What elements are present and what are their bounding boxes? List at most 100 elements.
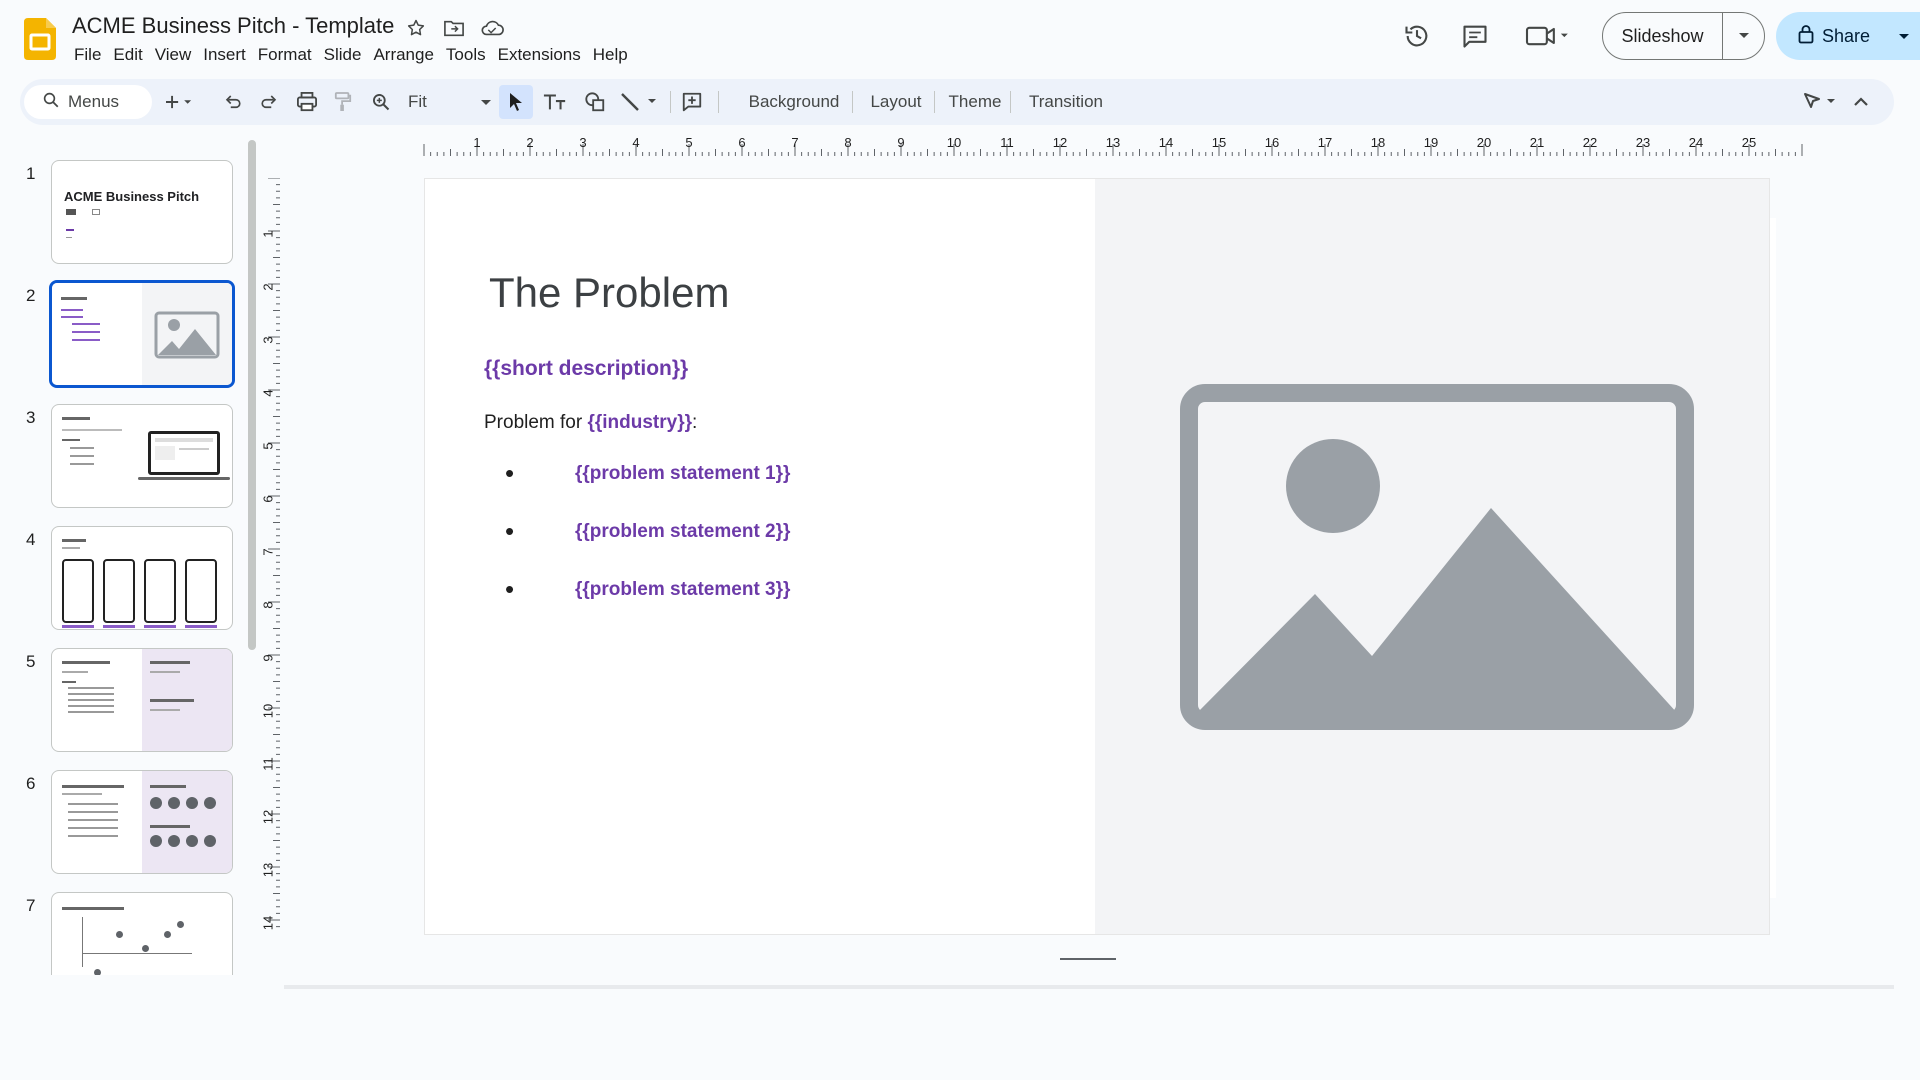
list-item[interactable]: • {{problem statement 2}} <box>505 516 790 546</box>
image-placeholder-icon[interactable] <box>1180 384 1694 730</box>
ruler-label-h: 17 <box>1318 135 1332 150</box>
bullet-dot: • <box>505 458 515 488</box>
ruler-label-h: 3 <box>579 135 586 150</box>
ruler-label-v: 6 <box>260 495 275 502</box>
ruler-label-h: 6 <box>738 135 745 150</box>
ruler-label-h: 25 <box>1742 135 1756 150</box>
ruler-label-v: 14 <box>260 916 275 930</box>
slide-thumbnail[interactable] <box>51 526 233 630</box>
editing-mode-icon[interactable] <box>1796 79 1844 125</box>
slide-thumbnail[interactable] <box>51 648 233 752</box>
slides-logo-icon[interactable] <box>24 18 56 60</box>
toolbar-divider <box>718 91 719 113</box>
zoom-icon[interactable] <box>364 79 398 125</box>
paint-format-icon[interactable] <box>326 79 360 125</box>
slideshow-dropdown-icon[interactable] <box>1723 13 1764 59</box>
undo-icon[interactable] <box>216 79 250 125</box>
chevron-down-icon <box>480 92 492 112</box>
laptop-image <box>148 431 220 475</box>
zoom-select[interactable]: Fit <box>400 79 500 125</box>
bullet-dot: • <box>505 516 515 546</box>
ruler-label-h: 22 <box>1583 135 1597 150</box>
ruler-label-h: 11 <box>1000 135 1014 150</box>
slide-number: 4 <box>26 530 36 549</box>
ruler-label-h: 5 <box>685 135 692 150</box>
theme-button[interactable]: Theme <box>938 79 1012 125</box>
filmstrip-item[interactable]: 3 <box>0 384 248 508</box>
menu-format[interactable]: Format <box>252 44 318 66</box>
star-icon[interactable] <box>404 16 428 40</box>
slideshow-button[interactable]: Slideshow <box>1602 12 1765 60</box>
background-button[interactable]: Background <box>724 79 864 125</box>
move-folder-icon[interactable] <box>442 16 466 40</box>
shape-icon[interactable] <box>576 79 614 125</box>
print-icon[interactable] <box>288 79 326 125</box>
short-description[interactable]: {{short description}} <box>484 357 688 381</box>
slide-filmstrip[interactable]: 1 ACME Business Pitch 2 3 4 5 6 7 <box>0 140 248 975</box>
ruler-label-h: 7 <box>791 135 798 150</box>
ruler-label-v: 3 <box>260 336 275 343</box>
slide-number: 7 <box>26 896 36 915</box>
speaker-notes-resize-handle[interactable] <box>1060 958 1116 960</box>
bullet-dot: • <box>505 574 515 604</box>
new-slide-icon[interactable] <box>158 79 200 125</box>
redo-icon[interactable] <box>252 79 286 125</box>
menu-help[interactable]: Help <box>587 44 634 66</box>
menu-extensions[interactable]: Extensions <box>492 44 587 66</box>
search-menus-label: Menus <box>68 92 120 111</box>
slide-number: 3 <box>26 408 36 427</box>
filmstrip-scrollbar[interactable] <box>248 140 256 650</box>
speaker-notes-divider <box>284 985 1894 989</box>
list-item[interactable]: • {{problem statement 3}} <box>505 574 791 604</box>
slide-number: 1 <box>26 164 36 183</box>
collapse-toolbar-icon[interactable] <box>1846 79 1876 125</box>
slide-thumbnail-selected[interactable] <box>49 280 235 388</box>
slide-edge <box>1770 218 1776 898</box>
cloud-saved-icon[interactable] <box>480 16 504 40</box>
document-title[interactable]: ACME Business Pitch - Template <box>72 13 394 39</box>
filmstrip-item[interactable]: 4 <box>0 506 248 630</box>
problem-suffix: : <box>692 412 698 433</box>
problem-statement: {{problem statement 3}} <box>575 579 791 600</box>
menu-bar: File Edit View Insert Format Slide Arran… <box>72 44 634 66</box>
slide-thumbnail[interactable] <box>51 892 233 975</box>
menu-file[interactable]: File <box>72 44 107 66</box>
line-icon[interactable] <box>616 79 664 125</box>
menu-tools[interactable]: Tools <box>440 44 492 66</box>
ruler-label-v: 4 <box>260 389 275 396</box>
select-cursor-icon[interactable] <box>499 85 533 119</box>
slide-thumbnail[interactable] <box>51 404 233 508</box>
slide-thumbnail[interactable] <box>51 770 233 874</box>
menu-arrange[interactable]: Arrange <box>367 44 439 66</box>
transition-button[interactable]: Transition <box>1016 79 1116 125</box>
meet-video-icon[interactable] <box>1522 18 1574 54</box>
toolbar-divider <box>934 91 935 113</box>
menu-slide[interactable]: Slide <box>318 44 368 66</box>
text-box-icon[interactable] <box>536 79 574 125</box>
menu-insert[interactable]: Insert <box>197 44 252 66</box>
slide-thumbnail[interactable]: ACME Business Pitch <box>51 160 233 264</box>
filmstrip-item[interactable]: 1 ACME Business Pitch <box>0 140 248 264</box>
problem-for-line[interactable]: Problem for {{industry}}: <box>484 412 697 434</box>
layout-button[interactable]: Layout <box>856 79 936 125</box>
ruler-label-h: 14 <box>1159 135 1173 150</box>
insert-comment-icon[interactable] <box>674 79 710 125</box>
filmstrip-item[interactable]: 2 <box>0 262 248 388</box>
search-icon <box>42 91 60 114</box>
comments-icon[interactable] <box>1457 18 1493 54</box>
list-item[interactable]: • {{problem statement 1}} <box>505 458 790 488</box>
slideshow-label[interactable]: Slideshow <box>1603 13 1723 59</box>
filmstrip-item[interactable]: 7 <box>0 872 248 975</box>
share-dropdown-icon[interactable] <box>1898 26 1910 51</box>
filmstrip-item[interactable]: 5 <box>0 628 248 752</box>
filmstrip-item[interactable]: 6 <box>0 750 248 874</box>
version-history-icon[interactable] <box>1399 18 1435 54</box>
share-button[interactable]: Share <box>1776 12 1920 60</box>
slide-canvas[interactable]: The Problem {{short description}} Proble… <box>424 178 1770 935</box>
search-menus[interactable]: Menus <box>24 85 152 119</box>
vertical-ruler: 1234567891011121314 <box>260 178 280 930</box>
ruler-label-h: 16 <box>1265 135 1279 150</box>
menu-edit[interactable]: Edit <box>107 44 148 66</box>
menu-view[interactable]: View <box>149 44 198 66</box>
slide-title[interactable]: The Problem <box>489 269 729 317</box>
